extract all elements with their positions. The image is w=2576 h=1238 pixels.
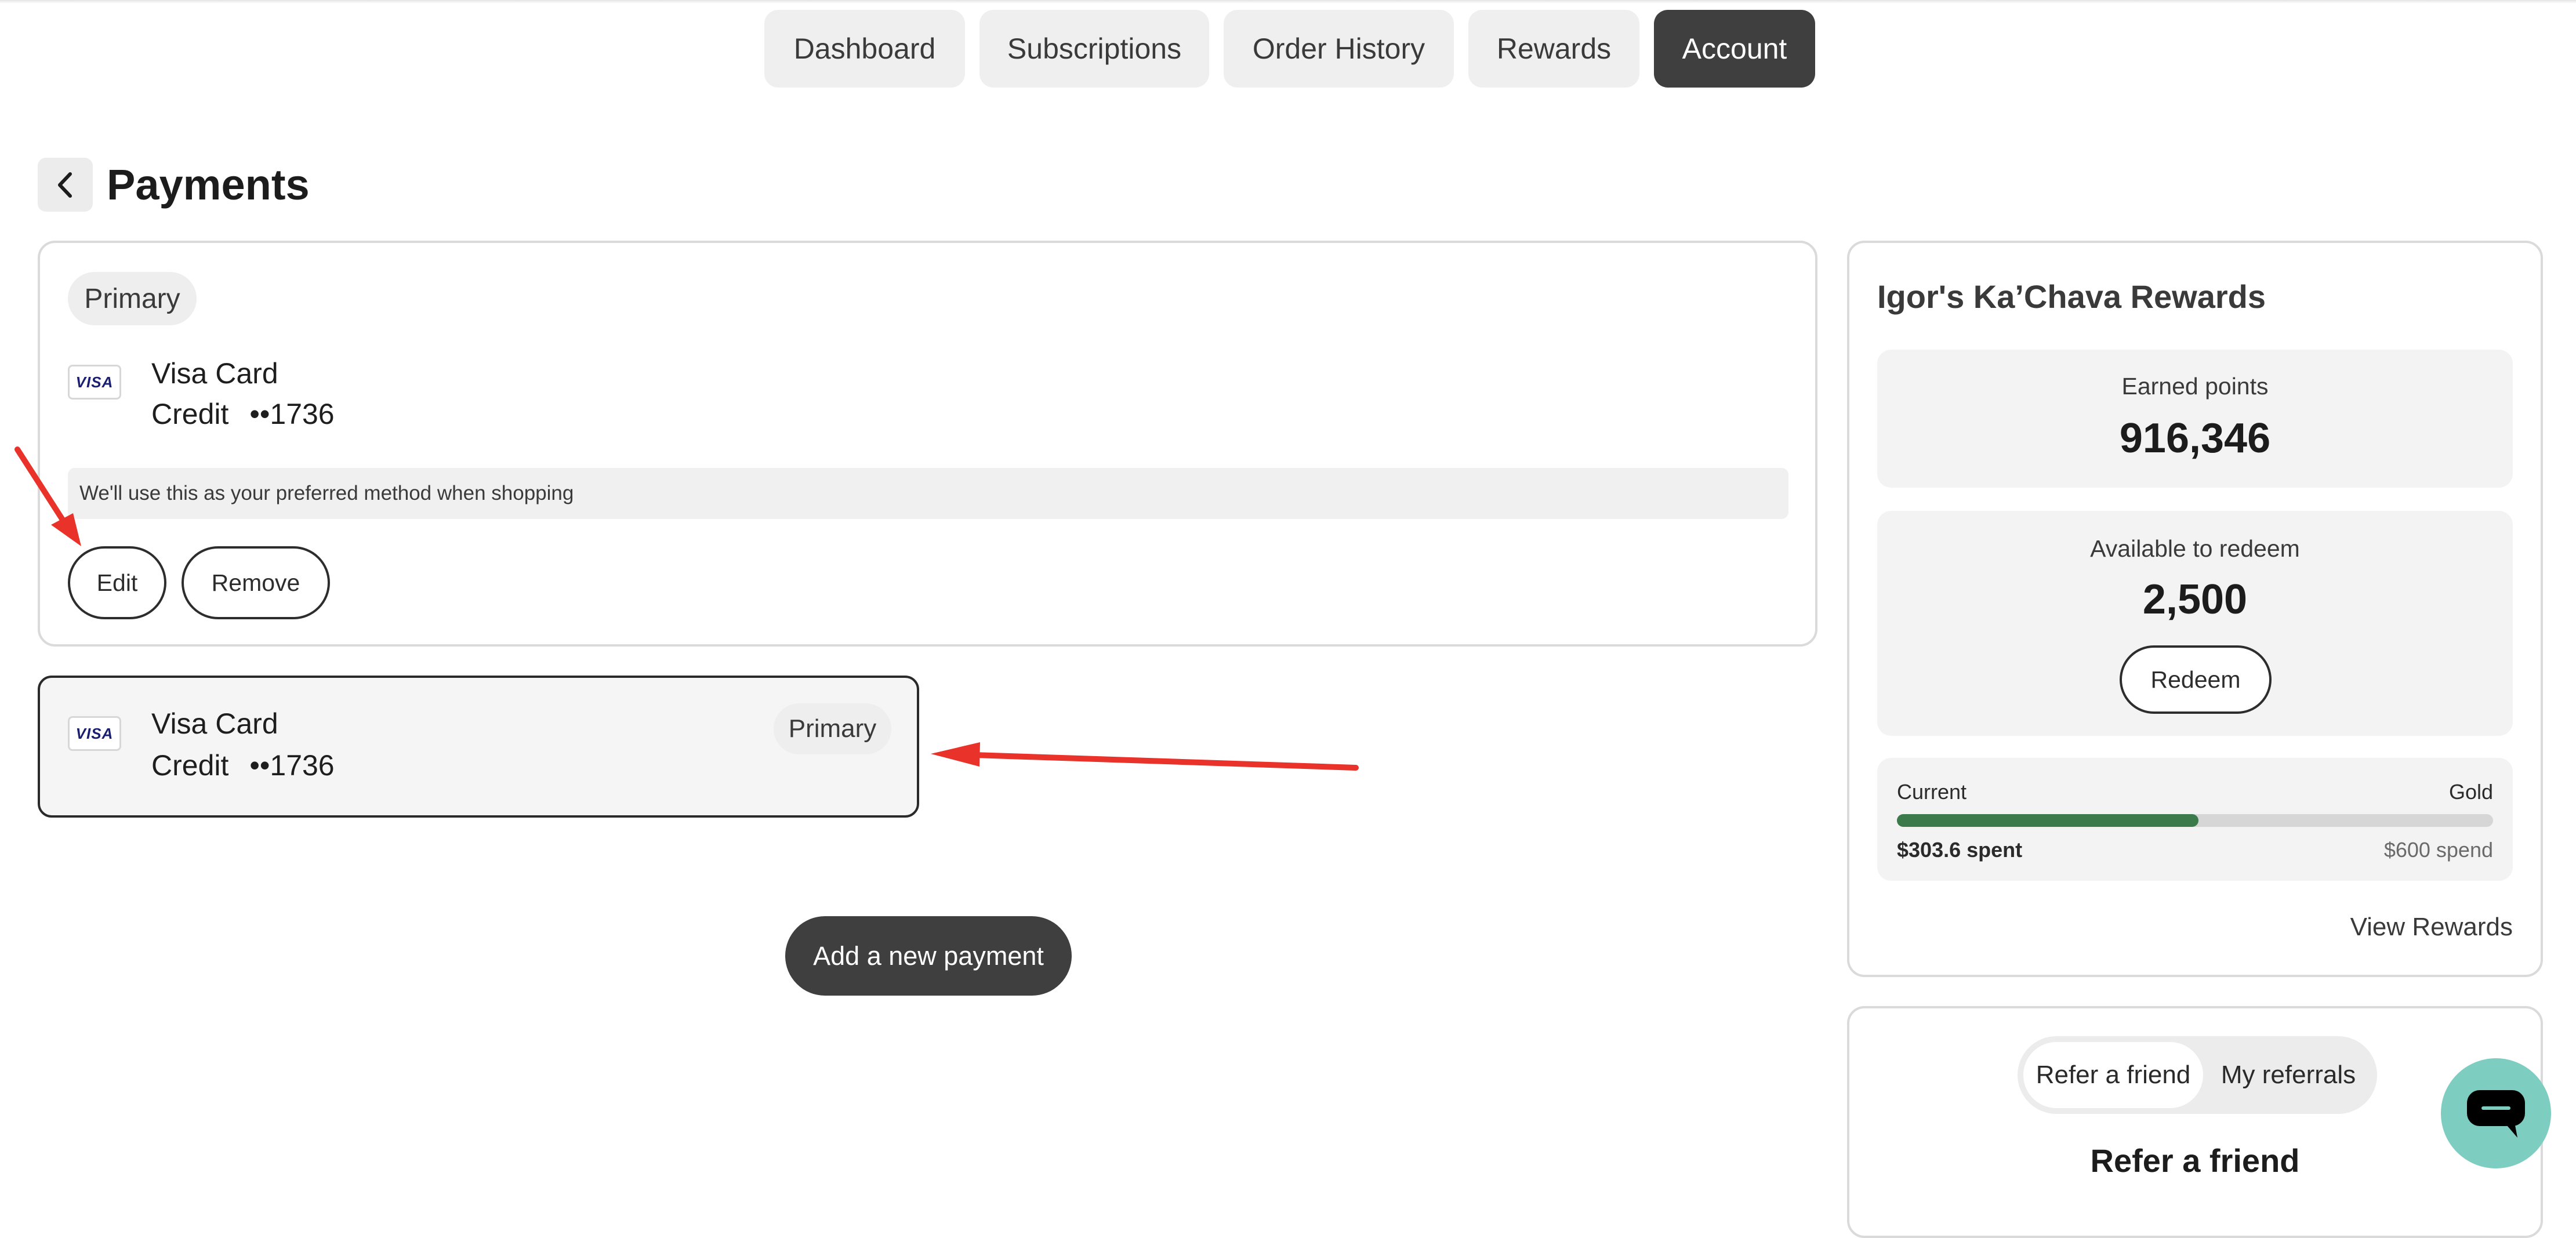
next-tier-label: Gold — [2448, 780, 2493, 804]
tab-my-referrals[interactable]: My referrals — [2204, 1042, 2372, 1108]
tab-refer-a-friend[interactable]: Refer a friend — [2023, 1042, 2203, 1108]
redeem-button[interactable]: Redeem — [2120, 645, 2272, 714]
arrow-to-edit-icon — [14, 446, 81, 546]
earned-points-label: Earned points — [2121, 373, 2269, 400]
spend-goal: $600 spend — [2383, 838, 2493, 862]
tier-progress: Current Gold $303.6 spent $600 spend — [1877, 758, 2513, 881]
referral-tabs: Refer a friend My referrals — [2018, 1036, 2377, 1114]
arrow-to-badge-icon — [931, 742, 1359, 771]
chat-button[interactable] — [2441, 1058, 2551, 1168]
earned-points-value: 916,346 — [2119, 415, 2271, 462]
redeem-box: Available to redeem 2,500 Redeem — [1877, 511, 2513, 736]
amount-spent: $303.6 spent — [1897, 838, 2023, 862]
tier-progress-fill — [1897, 814, 2199, 827]
rewards-panel: Igor's Ka’Chava Rewards Earned points 91… — [1847, 241, 2543, 977]
earned-points-box: Earned points 916,346 — [1877, 350, 2513, 488]
available-label: Available to redeem — [2090, 535, 2300, 562]
referral-panel: Refer a friend My referrals Refer a frie… — [1847, 1006, 2543, 1238]
view-rewards-link[interactable]: View Rewards — [2350, 913, 2513, 942]
chat-bubble-icon — [2467, 1090, 2525, 1138]
tier-progress-bar — [1897, 814, 2493, 827]
refer-heading: Refer a friend — [2090, 1142, 2300, 1179]
available-value: 2,500 — [2142, 576, 2248, 623]
current-tier-label: Current — [1897, 780, 1967, 804]
rewards-title: Igor's Ka’Chava Rewards — [1877, 278, 2266, 315]
